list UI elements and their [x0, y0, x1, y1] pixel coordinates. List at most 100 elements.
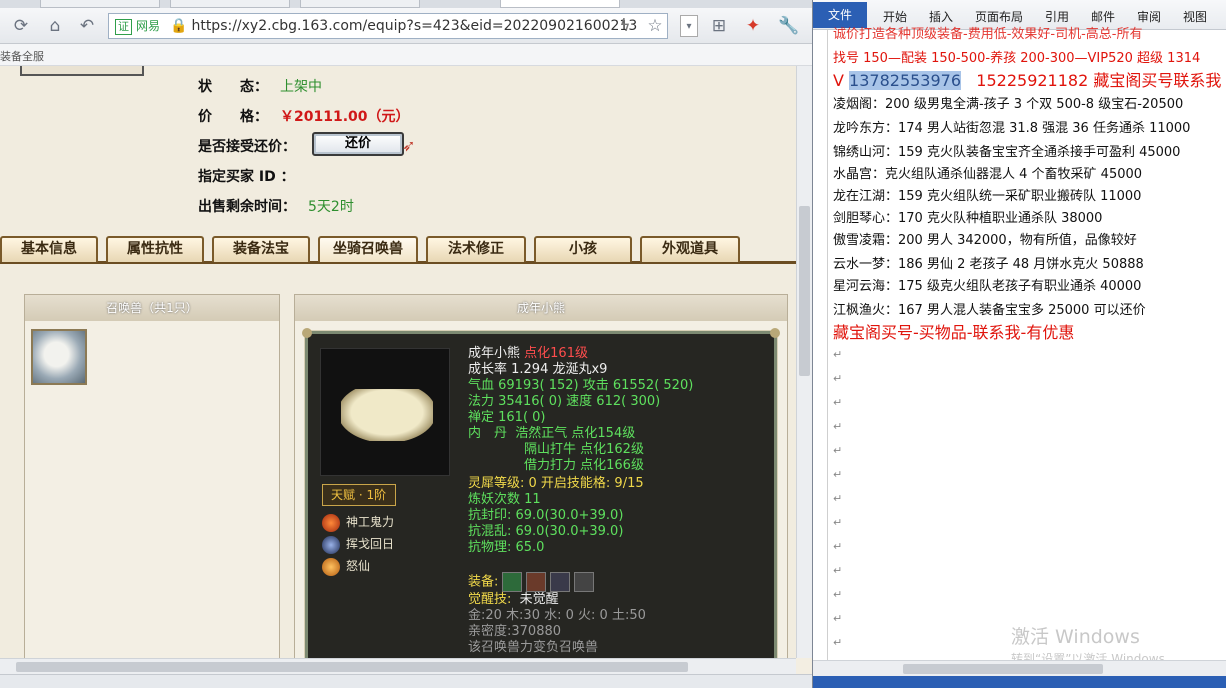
- doc-line: 水晶宫：克火组队通杀仙器混人 4 个畜牧采矿 45000: [833, 167, 1143, 182]
- grid-icon[interactable]: ⊞: [708, 15, 730, 37]
- summon-name: 成年小熊: [468, 346, 521, 361]
- tab-references[interactable]: 引用: [1045, 8, 1069, 25]
- skill-item[interactable]: 挥戈回日: [322, 534, 394, 554]
- buyer-row: 指定买家 ID ：: [198, 166, 295, 186]
- tab-layout[interactable]: 页面布局: [975, 8, 1023, 25]
- tab-attributes[interactable]: 属性抗性: [106, 236, 204, 262]
- tab-view[interactable]: 视图: [1183, 8, 1207, 25]
- inner-core-label: 内 丹: [468, 426, 508, 441]
- paragraph-mark: ↵: [833, 588, 843, 601]
- page-vertical-scrollbar[interactable]: [796, 66, 812, 658]
- url-text: https://xy2.cbg.163.com/equip?s=423&eid=…: [191, 18, 638, 34]
- counter-row: 是否接受还价：: [198, 136, 296, 156]
- dropdown-icon[interactable]: ▾: [680, 15, 698, 37]
- inner-core-row: 内 丹 浩然正气 点化154级: [468, 426, 635, 442]
- phone-second: 15225921182 藏宝阁买号联系我: [976, 71, 1222, 90]
- lightning-icon[interactable]: ϟ: [614, 15, 636, 37]
- spirit-level: 灵犀等级: 0 开启技能格: 9/15: [468, 476, 644, 491]
- browser-tab[interactable]: [40, 0, 160, 8]
- summon-thumbnail[interactable]: [31, 329, 87, 385]
- page-margin: [827, 30, 828, 660]
- paragraph-mark: ↵: [833, 348, 843, 361]
- scroll-thumb[interactable]: [16, 662, 688, 672]
- resist-seal: 抗封印: 69.0(30.0+39.0): [468, 508, 624, 523]
- doc-line: 锦绣山河：159 克火队装备宝宝齐全通杀接手可盈利 45000: [833, 145, 1181, 160]
- status-row: 状 态： 上架中: [198, 76, 322, 96]
- mp-speed: 法力 35416( 0) 速度 612( 300): [468, 394, 661, 409]
- summon-portrait: [320, 348, 450, 476]
- inner-core-2: 隔山打牛 点化162级: [524, 442, 644, 457]
- bookmark-item[interactable]: 装备全服: [0, 50, 44, 63]
- browser-tab[interactable]: [300, 0, 420, 8]
- browser-tab-active[interactable]: [500, 0, 620, 8]
- tab-mailings[interactable]: 邮件: [1091, 8, 1115, 25]
- paragraph-mark: ↵: [833, 420, 843, 433]
- equip-slot[interactable]: [526, 572, 547, 592]
- tab-insert[interactable]: 插入: [929, 8, 953, 25]
- summon-name-row: 成年小熊 点化161级: [468, 346, 588, 362]
- word-statusbar: [813, 676, 1226, 688]
- doc-line: 找号 150—配装 150-500-养孩 200-300—VIP520 超级 1…: [833, 51, 1201, 66]
- game-icon[interactable]: ✦: [742, 15, 764, 37]
- back-icon[interactable]: ↶: [76, 15, 98, 37]
- buyer-label: 指定买家 ID ：: [198, 169, 295, 185]
- refine-count: 炼妖次数 11: [468, 492, 541, 507]
- equip-slot-empty[interactable]: [574, 572, 595, 592]
- paragraph-mark: ↵: [833, 396, 843, 409]
- status-value: 上架中: [280, 79, 322, 95]
- counter-offer-button[interactable]: 还价: [312, 132, 404, 156]
- document-page[interactable]: 诚价打造各种顶级装备-费用低-效果好-司机-高总-所有 找号 150—配装 15…: [827, 27, 1226, 660]
- refresh-icon[interactable]: ⟳: [10, 15, 32, 37]
- tab-mounts-summons[interactable]: 坐骑召唤兽: [318, 236, 418, 262]
- paragraph-mark: ↵: [833, 612, 843, 625]
- scroll-thumb[interactable]: [903, 664, 1103, 674]
- tab-basic-info[interactable]: 基本信息: [0, 236, 98, 262]
- tab-appearance[interactable]: 外观道具: [640, 236, 740, 262]
- tab-review[interactable]: 审阅: [1137, 8, 1161, 25]
- flame-ring-icon: [322, 557, 340, 576]
- skill-item[interactable]: 神工鬼力: [322, 512, 394, 532]
- paragraph-mark: ↵: [833, 372, 843, 385]
- cert-name: 网易: [136, 19, 161, 33]
- paragraph-mark: ↵: [833, 444, 843, 457]
- awaken-label: 觉醒技:: [468, 592, 512, 607]
- elements: 金:20 木:30 水: 0 火: 0 土:50: [468, 608, 646, 623]
- price-value: ￥20111.00（元）: [280, 109, 410, 125]
- tab-child[interactable]: 小孩: [534, 236, 632, 262]
- browser-statusbar: [0, 674, 812, 688]
- doc-line: 云水一梦：186 男仙 2 老孩子 48 月饼水克火 50888: [833, 257, 1144, 272]
- browser-toolbar: ⟳ ⌂ ↶ 证网易 🔒 https://xy2.cbg.163.com/equip?…: [0, 8, 812, 44]
- equip-slot[interactable]: [502, 572, 523, 592]
- doc-line: 诚价打造各种顶级装备-费用低-效果好-司机-高总-所有: [833, 27, 1143, 42]
- paragraph-mark: ↵: [833, 468, 843, 481]
- resist-chaos: 抗混乱: 69.0(30.0+39.0): [468, 524, 624, 539]
- paragraph-mark: ↵: [833, 516, 843, 529]
- equip-slot[interactable]: [550, 572, 571, 592]
- counter-label: 是否接受还价：: [198, 139, 296, 155]
- star-icon[interactable]: ☆: [644, 15, 666, 37]
- paragraph-mark: ↵: [833, 564, 843, 577]
- page-horizontal-scrollbar[interactable]: [0, 658, 796, 674]
- home-icon[interactable]: ⌂: [44, 15, 66, 37]
- browser-tab[interactable]: [170, 0, 290, 8]
- tools-icon[interactable]: 🔧: [778, 15, 800, 37]
- sword-icon: [322, 535, 340, 554]
- tab-spell-fix[interactable]: 法术修正: [426, 236, 526, 262]
- word-horizontal-scrollbar[interactable]: [813, 660, 1226, 676]
- skill-label: 挥戈回日: [346, 537, 395, 551]
- awaken-row: 觉醒技: 未觉醒: [468, 592, 559, 608]
- tab-home[interactable]: 开始: [883, 8, 907, 25]
- browser-window: ⟳ ⌂ ↶ 证网易 🔒 https://xy2.cbg.163.com/equip?…: [0, 0, 812, 688]
- doc-line: 龙吟东方：174 男人站街忽混 31.8 强混 36 任务通杀 11000: [833, 121, 1191, 136]
- doc-line: 傲雪凌霜：200 男人 342000，物有所值，品像较好: [833, 233, 1137, 248]
- browser-tab-strip: [0, 0, 812, 8]
- tab-equipment[interactable]: 装备法宝: [212, 236, 310, 262]
- paragraph-mark: ↵: [833, 492, 843, 505]
- doc-line-footer: 藏宝阁买号-买物品-联系我-有优惠: [833, 323, 1075, 342]
- doc-line: 星河云海：175 级克火组队老孩子有职业通杀 40000: [833, 279, 1142, 294]
- skill-item[interactable]: 怒仙: [322, 556, 370, 576]
- address-bar[interactable]: 证网易 🔒 https://xy2.cbg.163.com/equip?s=423&…: [108, 13, 668, 39]
- scroll-thumb[interactable]: [799, 206, 810, 376]
- doc-line: 龙在江湖：159 克火组队统一采矿职业搬砖队 11000: [833, 189, 1142, 204]
- zen: 禅定 161( 0): [468, 410, 546, 425]
